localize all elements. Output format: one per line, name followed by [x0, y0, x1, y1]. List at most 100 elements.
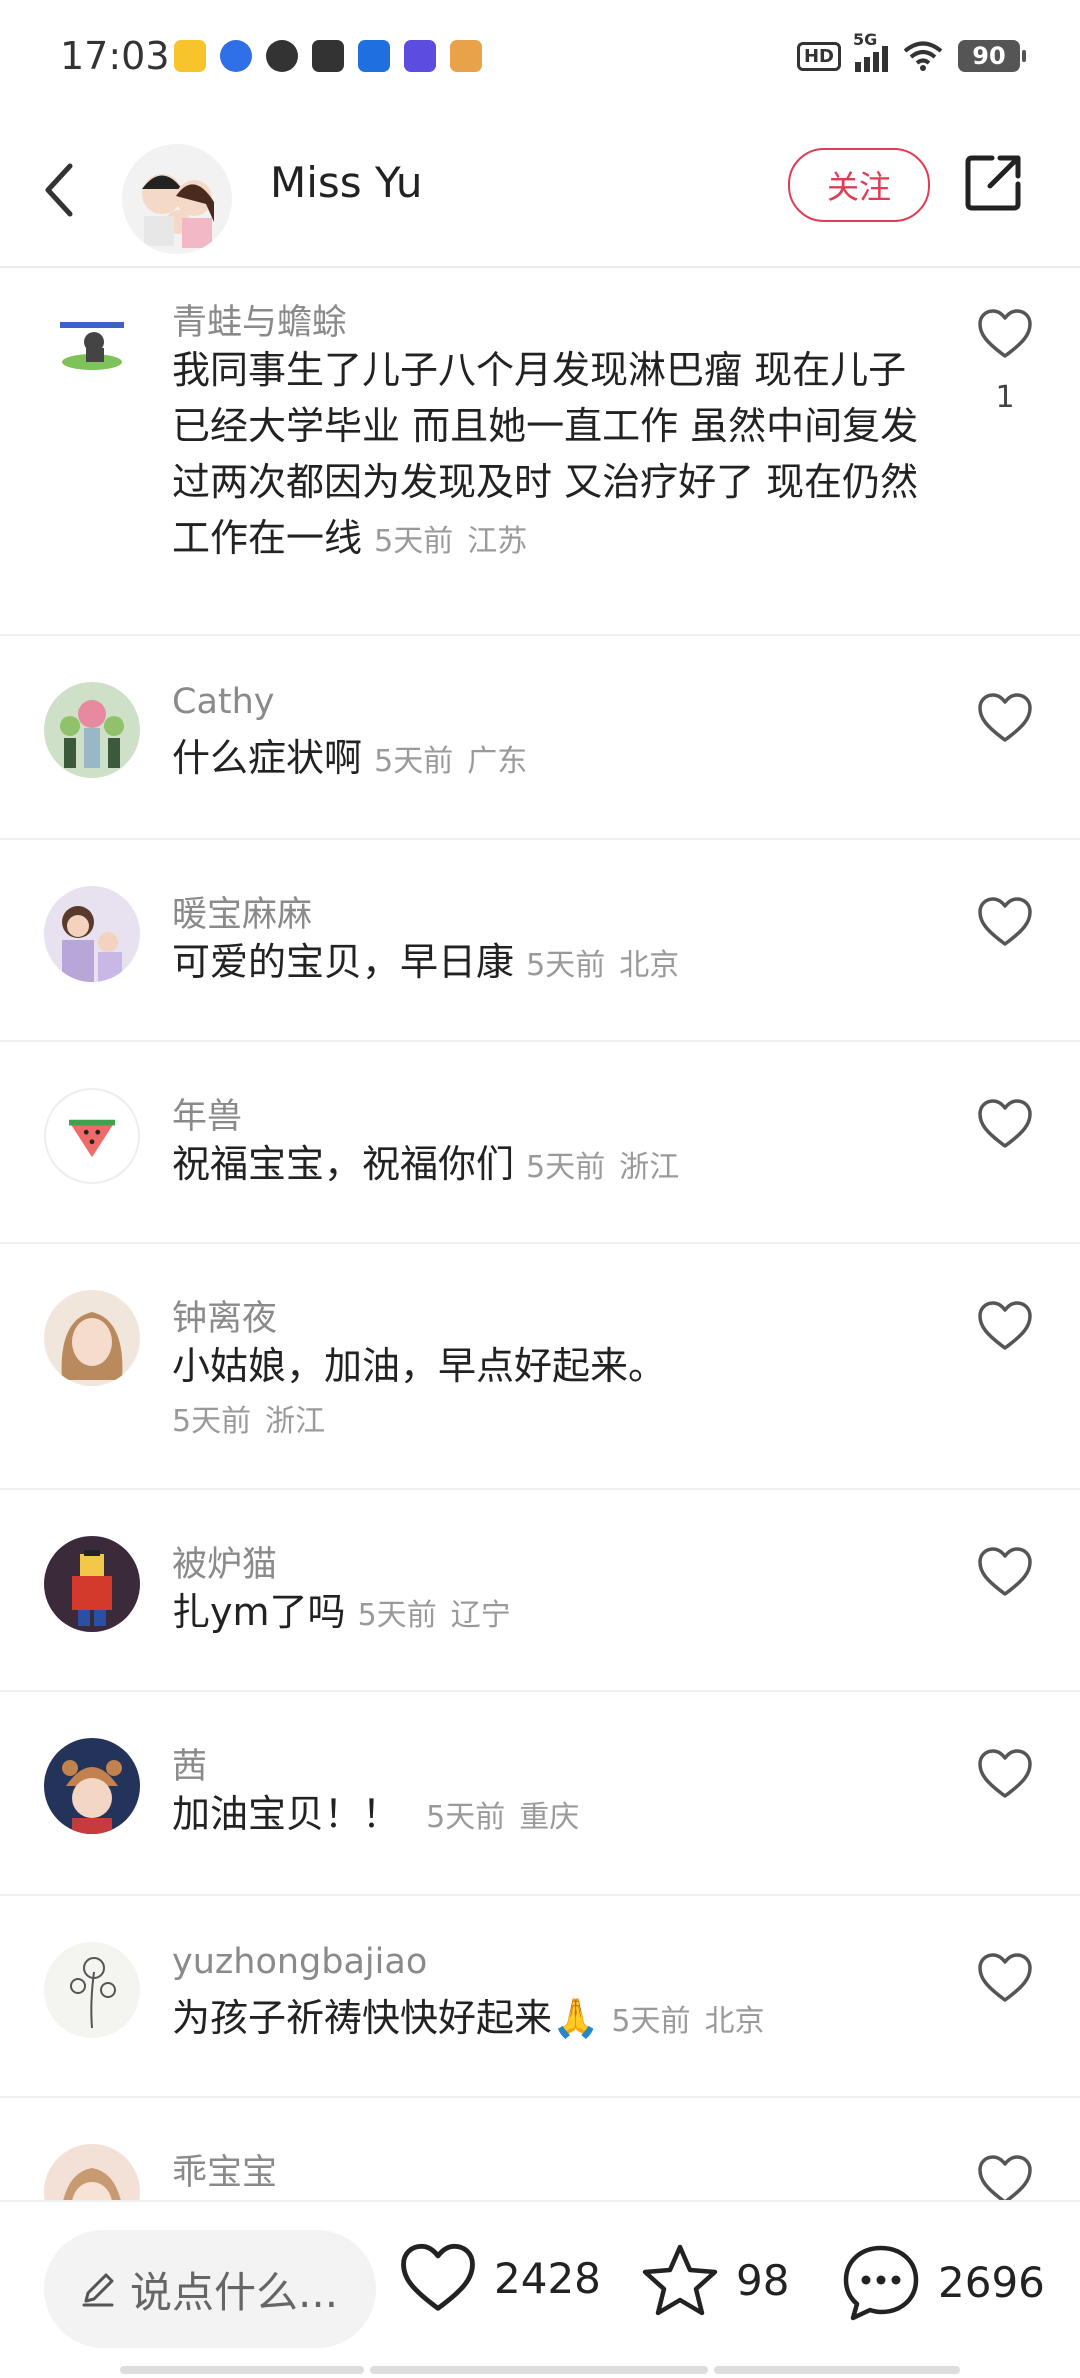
comment-time: 5天前	[526, 1150, 606, 1185]
comment-text: 小姑娘，加油，早点好起来。 5天前 浙江	[172, 1338, 932, 1450]
tieba-app-icon	[404, 40, 436, 72]
user-avatar[interactable]	[44, 1942, 140, 2038]
system-icons: HD 5G 90	[796, 30, 1026, 72]
comment-username[interactable]: yuzhongbajiao	[172, 1942, 427, 1982]
mother-child-avatar-icon	[62, 906, 122, 982]
comment-location: 浙江	[265, 1404, 326, 1439]
comment-item: 乖宝宝	[0, 2098, 1080, 2200]
bottom-action-bar: 说点什么... 2428 98 2696	[0, 2200, 1080, 2378]
girl-avatar-icon	[63, 2168, 121, 2200]
heart-icon[interactable]	[976, 692, 1034, 744]
heart-icon[interactable]	[976, 1300, 1034, 1352]
comment-username[interactable]: 年兽	[172, 1088, 242, 1139]
comment-username[interactable]: 茜	[172, 1738, 207, 1789]
comment-meta: 5天前 浙江	[526, 1150, 679, 1185]
comment-time: 5天前	[374, 744, 454, 779]
comment-time: 5天前	[526, 948, 606, 983]
comment-location: 北京	[704, 2004, 765, 2039]
battery-indicator: 90	[958, 40, 1026, 72]
comment-username[interactable]: Cathy	[172, 682, 275, 722]
comment-location: 江苏	[467, 524, 528, 559]
mail-app-icon	[312, 40, 344, 72]
comment-location: 辽宁	[450, 1598, 511, 1633]
user-avatar[interactable]	[44, 1290, 140, 1386]
wifi-icon	[903, 41, 943, 71]
comment-list[interactable]: 青蛙与蟾蜍 我同事生了儿子八个月发现淋巴瘤 现在儿子已经大学毕业 而且她一直工作…	[0, 268, 1080, 2200]
comment-meta: 5天前 辽宁	[358, 1598, 511, 1633]
comment-text: 祝福宝宝，祝福你们 5天前 浙江	[172, 1136, 932, 1196]
comment-item: 暖宝麻麻 可爱的宝贝，早日康 5天前 北京	[0, 840, 1080, 1042]
comment-meta: 5天前 江苏	[374, 524, 527, 559]
comment-time: 5天前	[357, 1598, 437, 1633]
user-avatar[interactable]	[44, 296, 140, 392]
user-avatar[interactable]	[44, 682, 140, 778]
zhihu-app-icon	[358, 40, 390, 72]
baidu-app-icon	[220, 40, 252, 72]
gesture-bar-left	[120, 2366, 364, 2374]
comment-username[interactable]: 暖宝麻麻	[172, 886, 312, 937]
comment-item: 钟离夜 小姑娘，加油，早点好起来。 5天前 浙江	[0, 1244, 1080, 1490]
comment-body: 扎ym了吗	[172, 1590, 346, 1634]
comment-username[interactable]: 青蛙与蟾蜍	[172, 294, 347, 345]
chat-bubble-icon	[843, 2245, 919, 2321]
comment-text: 什么症状啊 5天前 广东	[172, 730, 932, 790]
comment-location: 广东	[467, 744, 528, 779]
follow-button[interactable]: 关注	[788, 148, 930, 222]
author-name[interactable]: Miss Yu	[270, 158, 422, 207]
heart-icon[interactable]	[976, 1952, 1034, 2004]
heart-icon[interactable]	[976, 1748, 1034, 1800]
comment-time: 5天前	[426, 1800, 506, 1835]
comment-body: 可爱的宝贝，早日康	[172, 940, 515, 984]
comment-time: 5天前	[611, 2004, 691, 2039]
hd-icon: HD	[796, 41, 841, 71]
back-arrow-icon[interactable]	[40, 160, 80, 220]
family-cartoon-avatar-icon	[142, 174, 214, 248]
comment-item: 茜 加油宝贝！！ 5天前 重庆	[0, 1692, 1080, 1896]
comment-text: 加油宝贝！！ 5天前 重庆	[172, 1786, 932, 1846]
comment-body: 加油宝贝！！	[172, 1792, 401, 1836]
heart-icon[interactable]	[976, 2154, 1034, 2200]
favorite-button[interactable]: 98	[640, 2242, 789, 2318]
comment-item: Cathy 什么症状啊 5天前 广东	[0, 636, 1080, 840]
comment-body: 祝福宝宝，祝福你们	[172, 1142, 515, 1186]
comment-text: 可爱的宝贝，早日康 5天前 北京	[172, 934, 932, 994]
user-avatar[interactable]	[44, 2144, 140, 2200]
comment-button[interactable]: 2696	[840, 2242, 1045, 2322]
comment-input[interactable]: 说点什么...	[44, 2230, 376, 2348]
star-icon	[642, 2244, 718, 2316]
flowers-avatar-icon	[60, 700, 124, 768]
watermelon-avatar-icon	[69, 1119, 115, 1158]
comment-count: 2696	[938, 2257, 1045, 2307]
favorite-count: 98	[736, 2255, 790, 2305]
comment-item: 年兽 祝福宝宝，祝福你们 5天前 浙江	[0, 1042, 1080, 1244]
user-avatar[interactable]	[44, 1088, 140, 1184]
author-avatar[interactable]	[122, 144, 232, 254]
like-count: 2428	[494, 2253, 601, 2303]
comment-time: 5天前	[374, 524, 454, 559]
gesture-bar-right	[714, 2366, 960, 2374]
user-avatar[interactable]	[44, 1536, 140, 1632]
comment-username[interactable]: 乖宝宝	[172, 2144, 277, 2195]
heart-icon[interactable]	[976, 1546, 1034, 1598]
comment-item: 被炉猫 扎ym了吗 5天前 辽宁	[0, 1490, 1080, 1692]
comment-username[interactable]: 被炉猫	[172, 1536, 277, 1587]
user-avatar[interactable]	[44, 886, 140, 982]
flower-sketch-avatar-icon	[70, 1957, 116, 2029]
comment-username[interactable]: 钟离夜	[172, 1290, 277, 1341]
comment-item: yuzhongbajiao 为孩子祈祷快快好起来🙏 5天前 北京	[0, 1896, 1080, 2098]
comment-location: 浙江	[619, 1150, 680, 1185]
like-count: 1	[995, 380, 1015, 415]
girl-portrait-avatar-icon	[61, 1312, 123, 1380]
heart-icon[interactable]	[976, 308, 1034, 360]
share-icon[interactable]	[962, 152, 1024, 214]
weibo-app-icon	[174, 40, 206, 72]
user-avatar[interactable]	[44, 1738, 140, 1834]
comment-meta: 5天前 浙江	[172, 1394, 932, 1450]
heart-icon[interactable]	[976, 1098, 1034, 1150]
signal-icon: 5G	[853, 30, 888, 72]
heart-icon[interactable]	[976, 896, 1034, 948]
comment-text: 我同事生了儿子八个月发现淋巴瘤 现在儿子已经大学毕业 而且她一直工作 虽然中间复…	[172, 342, 932, 570]
like-button[interactable]: 2428	[398, 2242, 601, 2314]
baby-in-hat-avatar-icon	[62, 1760, 122, 1834]
network-type: 5G	[853, 30, 878, 49]
